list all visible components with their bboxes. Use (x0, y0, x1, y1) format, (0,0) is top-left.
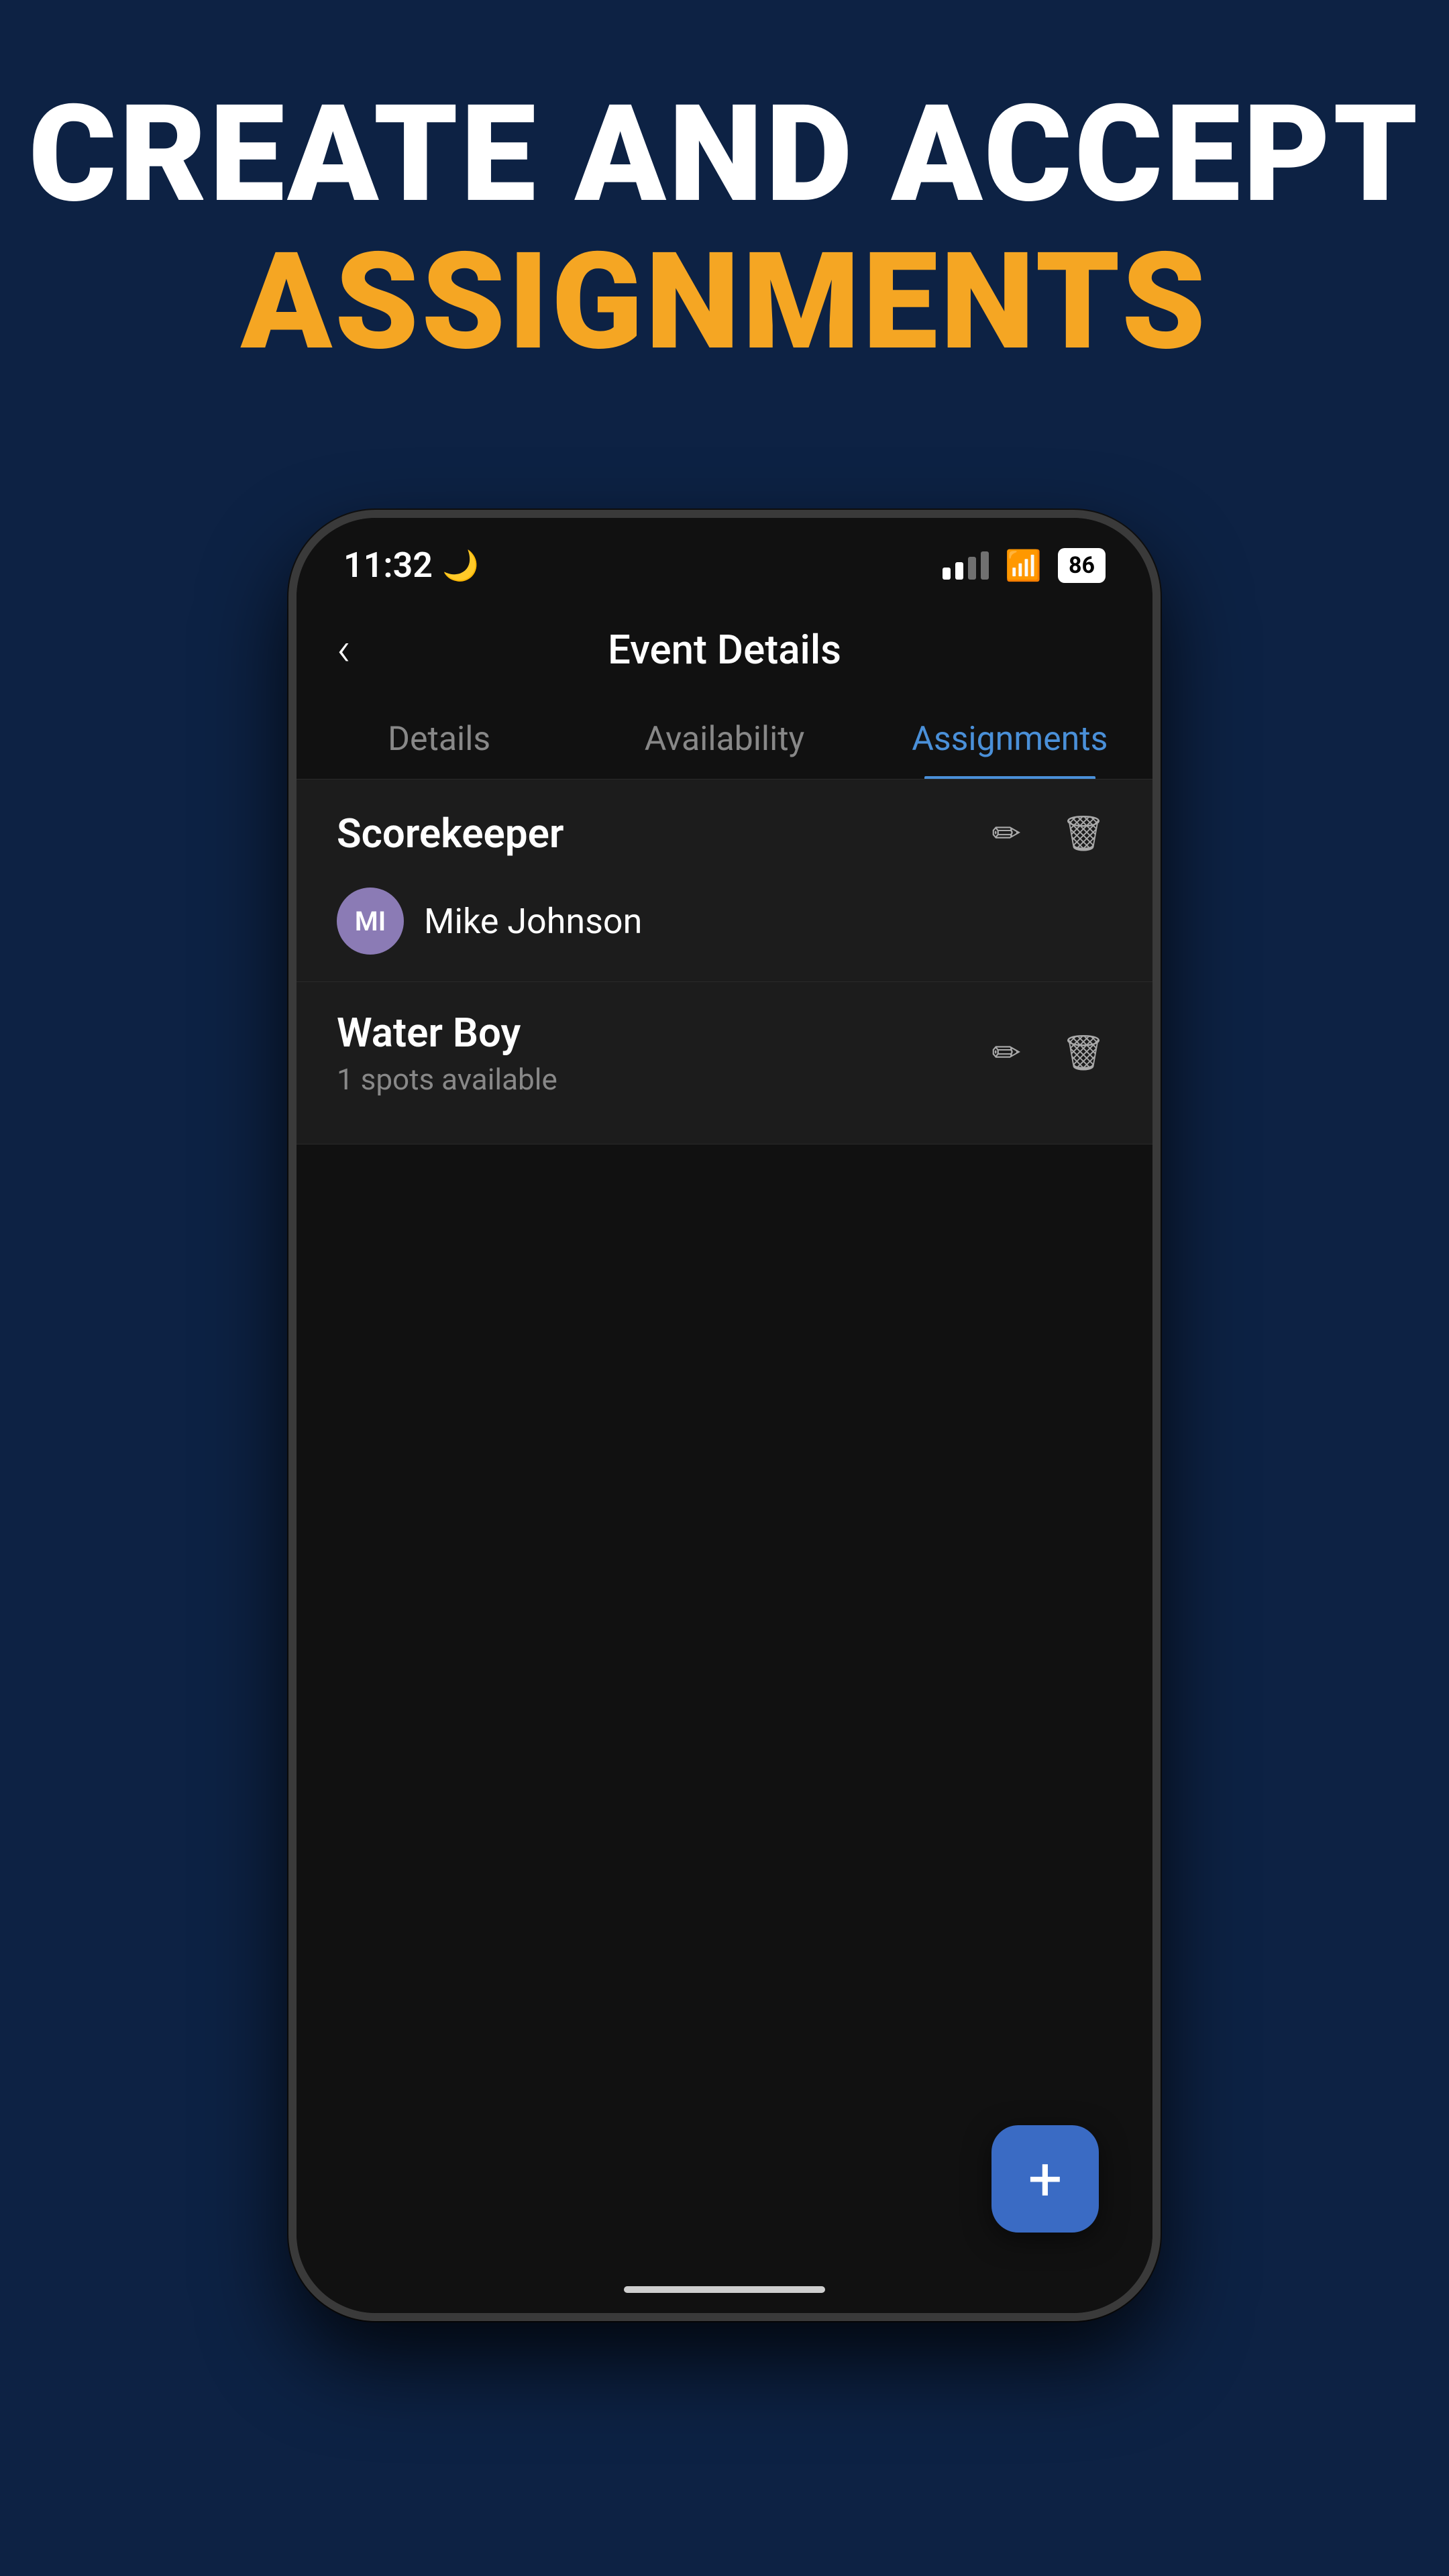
moon-icon: 🌙 (442, 548, 479, 583)
phone-mockup: 11:32 🌙 📶 86 (288, 510, 1161, 2321)
status-time: 11:32 🌙 (343, 545, 479, 586)
assignment-title-scorekeeper: Scorekeeper (337, 810, 564, 857)
assignment-actions-waterboy: ✏ 🗑 (985, 1026, 1112, 1080)
person-name-mike: Mike Johnson (424, 901, 642, 942)
avatar-mike: MI (337, 888, 404, 955)
wifi-icon: 📶 (1005, 548, 1042, 583)
assignment-card-scorekeeper: Scorekeeper ✏ 🗑 MI Mike Johnson (297, 780, 1152, 982)
delete-waterboy-button[interactable]: 🗑 (1055, 1026, 1112, 1080)
delete-scorekeeper-button[interactable]: 🗑 (1055, 806, 1112, 861)
page-header: CREATE AND ACCEPT ASSIGNMENTS (29, 80, 1421, 376)
status-bar: 11:32 🌙 📶 86 (297, 518, 1152, 599)
page-title: Event Details (608, 626, 841, 674)
content-area: Scorekeeper ✏ 🗑 MI Mike Johnson (297, 780, 1152, 2313)
tabs-container: Details Availability Assignments (297, 700, 1152, 780)
add-assignment-fab[interactable]: + (991, 2125, 1099, 2233)
edit-scorekeeper-button[interactable]: ✏ (985, 806, 1028, 861)
tab-assignments[interactable]: Assignments (867, 700, 1152, 779)
headline-line1: CREATE AND ACCEPT (29, 80, 1421, 228)
signal-icon (943, 551, 989, 580)
assignment-header-scorekeeper: Scorekeeper ✏ 🗑 (337, 806, 1112, 861)
battery-indicator: 86 (1058, 548, 1106, 583)
assignment-actions-scorekeeper: ✏ 🗑 (985, 806, 1112, 861)
edit-waterboy-button[interactable]: ✏ (985, 1026, 1028, 1080)
assignment-header-waterboy: Water Boy 1 spots available ✏ 🗑 (337, 1009, 1112, 1097)
person-row-mike: MI Mike Johnson (337, 881, 1112, 955)
phone-screen: 11:32 🌙 📶 86 (297, 518, 1152, 2313)
tab-availability[interactable]: Availability (582, 700, 867, 779)
app-header: ‹ Event Details (297, 599, 1152, 700)
assignment-card-waterboy: Water Boy 1 spots available ✏ 🗑 (297, 982, 1152, 1144)
home-indicator (624, 2286, 825, 2293)
headline-line2: ASSIGNMENTS (29, 228, 1421, 376)
status-icons: 📶 86 (943, 548, 1106, 583)
assignment-info-waterboy: Water Boy 1 spots available (337, 1009, 557, 1097)
phone-frame: 11:32 🌙 📶 86 (288, 510, 1161, 2321)
back-button[interactable]: ‹ (337, 619, 364, 680)
tab-details[interactable]: Details (297, 700, 582, 779)
